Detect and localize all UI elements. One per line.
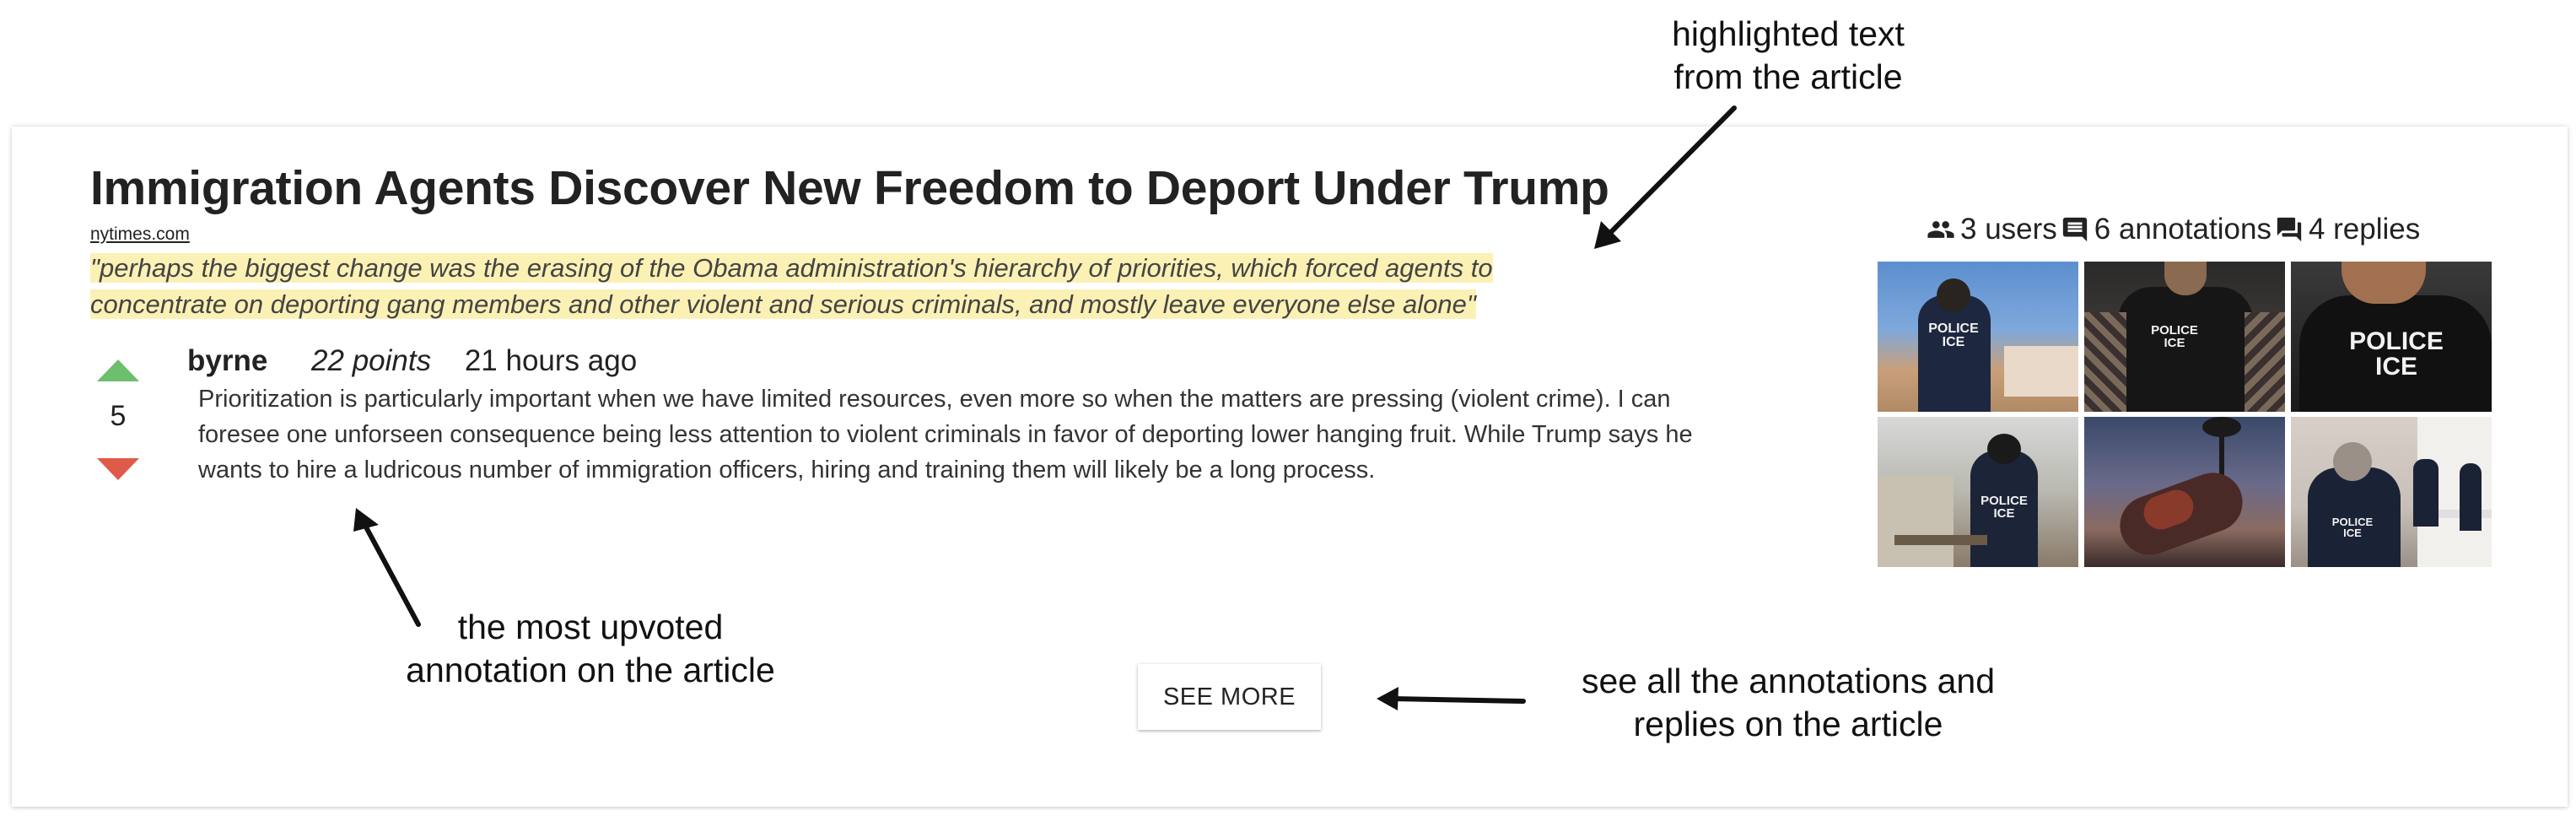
callout-top-annotation: the most upvoted annotation on the artic… bbox=[371, 606, 810, 692]
thumbnail-image[interactable] bbox=[2084, 417, 2285, 567]
callout-highlight: highlighted text from the article bbox=[1603, 13, 1974, 99]
vote-count: 5 bbox=[110, 400, 127, 432]
thumbnail-caption: POLICE ICE bbox=[2151, 323, 2198, 350]
annotation-meta: byrne 22 points 21 hours ago bbox=[187, 344, 637, 378]
article-title[interactable]: Immigration Agents Discover New Freedom … bbox=[90, 160, 1609, 216]
users-count: 3 users bbox=[1960, 213, 2057, 246]
thumbnail-image[interactable]: POLICE ICE bbox=[2084, 262, 2285, 412]
thumbnail-image[interactable]: POLICE ICE bbox=[1878, 262, 2078, 412]
thumbnail-image[interactable]: POLICE ICE bbox=[2291, 262, 2492, 412]
forum-icon bbox=[2277, 217, 2302, 242]
callout-see-more-text: see all the annotations and replies on t… bbox=[1581, 662, 1996, 743]
annotations-count: 6 annotations bbox=[2094, 213, 2272, 246]
article-stats: 3 users 6 annotations 4 replies bbox=[1927, 213, 2420, 246]
upvote-icon[interactable] bbox=[97, 359, 139, 381]
highlighted-quote: "perhaps the biggest change was the eras… bbox=[90, 250, 1609, 322]
replies-stat: 4 replies bbox=[2275, 213, 2420, 246]
image-grid: POLICE ICE POLICE ICE POLICE ICE POLICE … bbox=[1878, 262, 2492, 567]
callout-top-annotation-text: the most upvoted annotation on the artic… bbox=[406, 608, 775, 689]
article-source-link[interactable]: nytimes.com bbox=[90, 224, 190, 245]
annotation-text: Prioritization is particularly important… bbox=[198, 386, 1693, 484]
thumbnail-caption: POLICE ICE bbox=[2349, 327, 2444, 381]
thumbnail-caption: POLICE ICE bbox=[2331, 516, 2374, 539]
people-icon bbox=[1927, 221, 1954, 238]
thumbnail-image[interactable]: POLICE ICE bbox=[1878, 417, 2078, 567]
annotation-points: 22 points bbox=[311, 344, 432, 377]
thumbnail-caption: POLICE ICE bbox=[1981, 494, 2028, 521]
replies-count: 4 replies bbox=[2308, 213, 2421, 246]
annotation-time: 21 hours ago bbox=[464, 344, 638, 377]
see-more-button[interactable]: SEE MORE bbox=[1138, 664, 1321, 730]
annotations-stat: 6 annotations bbox=[2061, 213, 2272, 246]
annotation-author[interactable]: byrne bbox=[187, 344, 267, 377]
thumbnail-image[interactable]: POLICE ICE bbox=[2291, 417, 2492, 567]
comment-icon bbox=[2062, 217, 2087, 242]
thumbnail-caption: POLICE ICE bbox=[1928, 321, 1979, 349]
downvote-icon[interactable] bbox=[97, 458, 139, 480]
callout-see-more: see all the annotations and replies on t… bbox=[1544, 660, 2033, 746]
callout-highlight-text: highlighted text from the article bbox=[1672, 14, 1905, 96]
users-stat: 3 users bbox=[1927, 213, 2057, 246]
highlighted-quote-text: "perhaps the biggest change was the eras… bbox=[90, 253, 1493, 319]
